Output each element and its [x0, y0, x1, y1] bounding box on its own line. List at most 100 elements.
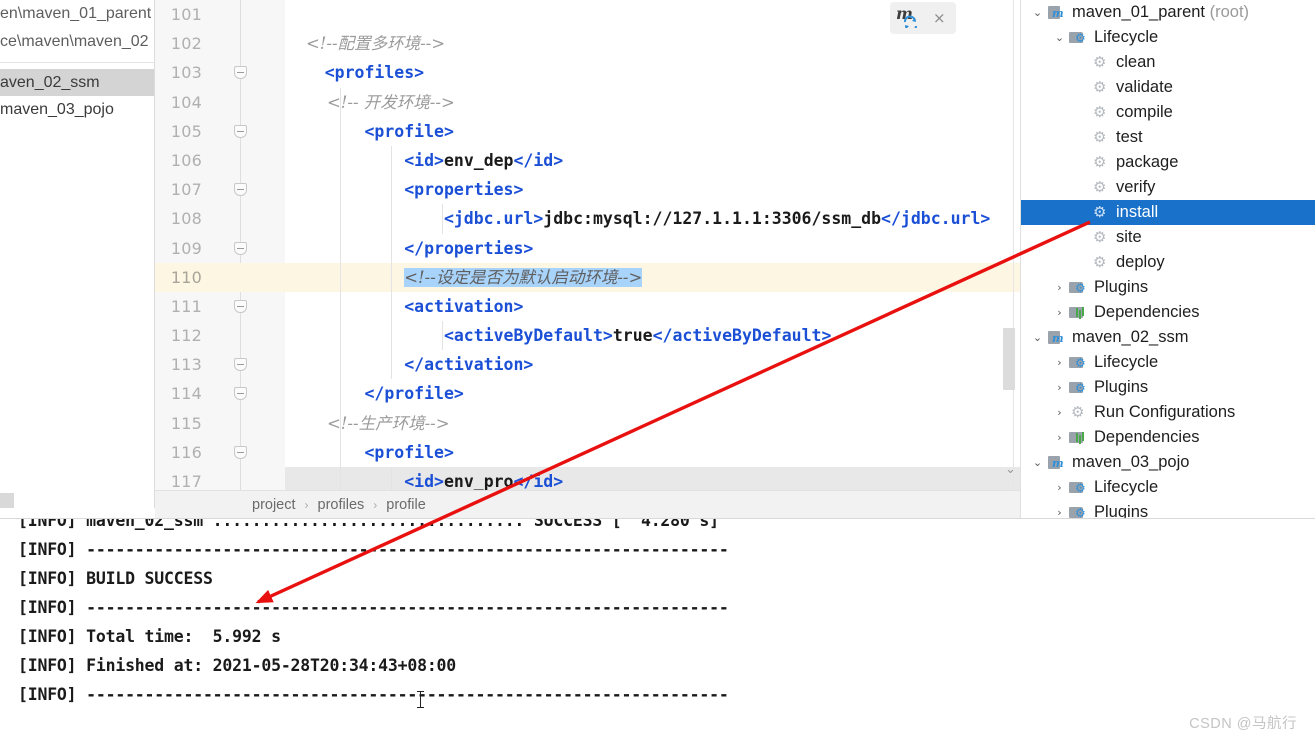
maven-tree-item-dependencies[interactable]: › Dependencies [1021, 300, 1315, 325]
gutter-line-106[interactable]: 106 [155, 146, 285, 175]
maven-tree-item-dependencies[interactable]: › Dependencies [1021, 425, 1315, 450]
maven-tree-item-plugins[interactable]: › Plugins [1021, 500, 1315, 518]
maven-tree-item-deploy[interactable]: deploy [1021, 250, 1315, 275]
code-line-105[interactable]: <profile> [285, 116, 1020, 146]
gutter-line-116[interactable]: 116 [155, 438, 285, 467]
gutter-line-113[interactable]: 113 [155, 350, 285, 379]
code-line-116[interactable]: <profile> [285, 437, 1020, 467]
gear-icon [1090, 252, 1112, 273]
indent-guide [340, 262, 341, 292]
maven-tree-item-run-configurations[interactable]: › Run Configurations [1021, 400, 1315, 425]
chevron-right-icon[interactable]: › [1051, 382, 1068, 393]
fold-toggle-icon[interactable] [234, 241, 247, 255]
gutter-line-105[interactable]: 105 [155, 117, 285, 146]
gutter-line-104[interactable]: 104 [155, 88, 285, 117]
folder-gear-icon [1068, 29, 1090, 47]
code-line-113[interactable]: </activation> [285, 350, 1020, 380]
chevron-right-icon[interactable]: › [1051, 407, 1068, 418]
chevron-down-icon[interactable]: ⌄ [1029, 7, 1046, 18]
code-line-108[interactable]: <jdbc.url>jdbc:mysql://127.1.1.1:3306/ss… [285, 204, 1020, 234]
code-line-107[interactable]: <properties> [285, 175, 1020, 205]
gutter-line-103[interactable]: 103 [155, 58, 285, 87]
code-content[interactable]: <!--配置多环境--> <profiles> <!-- 开发环境--> <pr… [285, 0, 1020, 490]
maven-tree-item-test[interactable]: test [1021, 125, 1315, 150]
breadcrumb[interactable]: project › profiles › profile [155, 490, 1020, 518]
xml-tag: <activeByDefault> [285, 326, 613, 346]
maven-tree-item-plugins[interactable]: › Plugins [1021, 275, 1315, 300]
popup-module-item[interactable]: maven_03_pojo [0, 96, 154, 123]
code-line-111[interactable]: <activation> [285, 291, 1020, 322]
chevron-right-icon[interactable]: › [1051, 432, 1068, 443]
gutter-line-112[interactable]: 112 [155, 321, 285, 350]
gutter-line-108[interactable]: 108 [155, 204, 285, 233]
breadcrumb-item-profiles[interactable]: profiles [316, 497, 367, 513]
maven-tree-item-plugins[interactable]: › Plugins [1021, 375, 1315, 400]
gear-icon [1090, 227, 1112, 248]
chevron-right-icon[interactable]: › [1051, 357, 1068, 368]
fold-toggle-icon[interactable] [234, 66, 247, 80]
fold-toggle-icon[interactable] [234, 124, 247, 138]
editor-scrollbar-thumb[interactable] [1003, 328, 1015, 390]
gutter-line-101[interactable]: 101 [155, 0, 285, 29]
code-line-109[interactable]: </properties> [285, 233, 1020, 263]
chevron-down-icon[interactable]: ⌄ [1029, 332, 1046, 343]
code-line-114[interactable]: </profile> [285, 379, 1020, 409]
maven-tree-item-package[interactable]: package [1021, 150, 1315, 175]
maven-tree-item-install[interactable]: install [1021, 200, 1315, 225]
folder-gear-icon [1068, 479, 1090, 497]
maven-tree-item-site[interactable]: site [1021, 225, 1315, 250]
code-line-103[interactable]: <profiles> [285, 58, 1020, 87]
gutter-line-111[interactable]: 111 [155, 292, 285, 321]
maven-reload-float-button[interactable]: m × [890, 2, 956, 34]
maven-tree-label: maven_01_parent (root) [1072, 3, 1250, 21]
maven-tree-item-maven-02-ssm[interactable]: ⌄ maven_02_ssm [1021, 325, 1315, 350]
console-line-0: [INFO] maven_02_ssm ....................… [18, 518, 719, 530]
code-line-115[interactable]: <!--生产环境--> [285, 408, 1020, 438]
fold-toggle-icon[interactable] [234, 387, 247, 401]
maven-tree-item-maven-01-parent[interactable]: ⌄ maven_01_parent (root) [1021, 0, 1315, 25]
popup-module-list[interactable]: aven_02_ssm maven_03_pojo [0, 69, 154, 123]
fold-toggle-icon[interactable] [234, 445, 247, 459]
run-console[interactable]: [INFO] maven_02_ssm ....................… [0, 518, 1315, 742]
chevron-right-icon[interactable]: › [1051, 507, 1068, 518]
chevron-down-icon[interactable]: ⌄ [1029, 457, 1046, 468]
gutter-line-107[interactable]: 107 [155, 175, 285, 204]
maven-tree-item-lifecycle[interactable]: › Lifecycle [1021, 350, 1315, 375]
chevron-right-icon[interactable]: › [1051, 482, 1068, 493]
code-line-117[interactable]: <id>env_pro</id> [285, 467, 1020, 490]
chevron-right-icon[interactable]: › [1051, 282, 1068, 293]
chevron-right-icon[interactable]: › [1051, 307, 1068, 318]
project-path-popup[interactable]: en\maven_01_parent ce\maven\maven_02 aven… [0, 0, 155, 508]
console-line-5: [INFO] Finished at: 2021-05-28T20:34:43+… [18, 656, 457, 675]
code-line-112[interactable]: <activeByDefault>true</activeByDefault> [285, 321, 1020, 351]
maven-tree-item-maven-03-pojo[interactable]: ⌄ maven_03_pojo [1021, 450, 1315, 475]
code-line-110[interactable]: <!--设定是否为默认启动环境--> [285, 262, 1020, 292]
maven-tree-item-lifecycle[interactable]: ⌄ Lifecycle [1021, 25, 1315, 50]
popup-module-item[interactable]: aven_02_ssm [0, 69, 154, 96]
gutter-line-114[interactable]: 114 [155, 379, 285, 408]
fold-toggle-icon[interactable] [234, 183, 247, 197]
close-icon[interactable]: × [933, 10, 946, 26]
maven-tree-item-lifecycle[interactable]: › Lifecycle [1021, 475, 1315, 500]
gutter-line-110[interactable]: 110 [155, 262, 285, 292]
maven-tree-item-verify[interactable]: verify [1021, 175, 1315, 200]
gutter-line-102[interactable]: 102 [155, 29, 285, 58]
gutter-line-115[interactable]: 115 [155, 409, 285, 438]
fold-toggle-icon[interactable] [234, 358, 247, 372]
maven-tree-item-validate[interactable]: validate [1021, 75, 1315, 100]
breadcrumb-item-profile[interactable]: profile [384, 497, 428, 513]
maven-tree-item-clean[interactable]: clean [1021, 50, 1315, 75]
gutter-line-109[interactable]: 109 [155, 234, 285, 263]
line-number-gutter[interactable]: 101 102 103 104 105 106 107 108 109 110 111 112 113 1… [155, 0, 285, 491]
popup-resize-handle[interactable] [0, 493, 14, 508]
scroll-down-chevron-icon[interactable]: ⌄ [1005, 462, 1016, 477]
breadcrumb-item-project[interactable]: project [250, 497, 298, 513]
console-line-3: [INFO] ---------------------------------… [18, 598, 729, 617]
chevron-down-icon[interactable]: ⌄ [1051, 32, 1068, 43]
maven-tree-label: Plugins [1094, 503, 1149, 518]
code-line-106[interactable]: <id>env_dep</id> [285, 145, 1020, 176]
maven-tool-window[interactable]: ⌄ maven_01_parent (root) ⌄ Lifecycle clean va… [1020, 0, 1315, 518]
code-line-104[interactable]: <!-- 开发环境--> [285, 87, 1020, 117]
fold-toggle-icon[interactable] [234, 299, 247, 313]
maven-tree-item-compile[interactable]: compile [1021, 100, 1315, 125]
